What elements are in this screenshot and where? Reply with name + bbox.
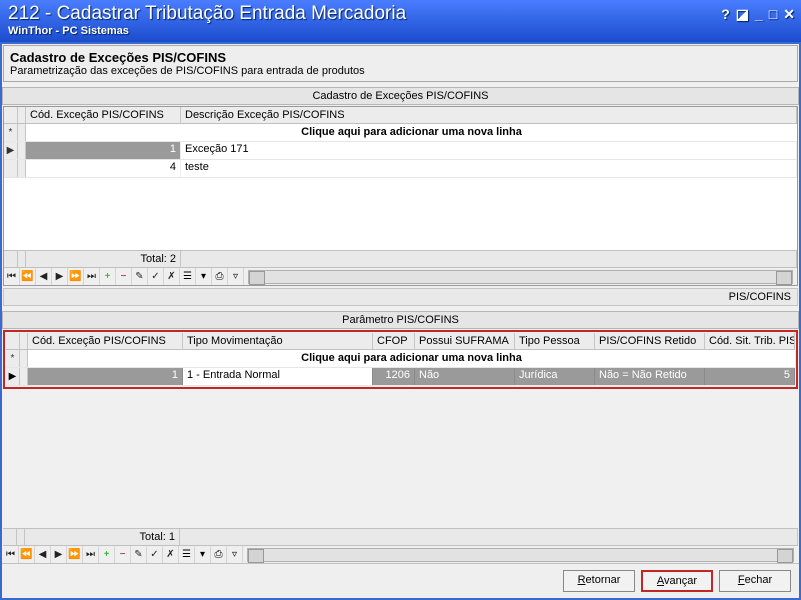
new-row-placeholder[interactable]: * Clique aqui para adicionar uma nova li… [4, 124, 797, 142]
prev-icon[interactable]: ◀ [35, 546, 51, 563]
table-row[interactable]: ▶ 1 Exceção 171 [4, 142, 797, 160]
first-icon[interactable]: ⏮ [4, 268, 20, 285]
close-button[interactable]: Fechar [719, 570, 791, 592]
params-highlight: Cód. Exceção PIS/COFINS Tipo Movimentaçã… [3, 330, 798, 389]
config-icon[interactable]: ◪ [736, 6, 749, 23]
dropdown-icon[interactable]: ▾ [195, 546, 211, 563]
params-grid-header: Cód. Exceção PIS/COFINS Tipo Movimentaçã… [6, 333, 795, 350]
prevpage-icon[interactable]: ⏪ [19, 546, 35, 563]
col-cst[interactable]: Cód. Sit. Trib. PIS/CO [705, 333, 795, 349]
exceptions-nav-bar: ⏮ ⏪ ◀ ▶ ⏩ ⏭ + − ✎ ✓ ✗ ☰ ▾ ⎙ ▿ [4, 267, 797, 285]
table-row[interactable]: 4 teste [4, 160, 797, 178]
exceptions-grid: Cód. Exceção PIS/COFINS Descrição Exceçã… [3, 106, 798, 286]
delete-icon[interactable]: − [116, 268, 132, 285]
params-nav-bar: ⏮ ⏪ ◀ ▶ ⏩ ⏭ + − ✎ ✓ ✗ ☰ ▾ ⎙ ▿ [3, 545, 798, 563]
funnel-icon[interactable]: ▿ [227, 546, 243, 563]
last-icon[interactable]: ⏭ [83, 546, 99, 563]
funnel-icon[interactable]: ▿ [228, 268, 244, 285]
h-scrollbar[interactable] [248, 270, 793, 284]
prevpage-icon[interactable]: ⏪ [20, 268, 36, 285]
exceptions-grid-footer: Total: 2 [4, 250, 797, 267]
col-code2[interactable]: Cód. Exceção PIS/COFINS [28, 333, 183, 349]
table-row[interactable]: ▶ 1 1 - Entrada Normal 1206 Não Jurídica… [6, 368, 795, 386]
window-controls: ? ◪ _ □ ✕ [721, 6, 795, 23]
check-icon[interactable]: ✓ [148, 268, 164, 285]
params-grid-footer: Total: 1 [3, 528, 798, 545]
col-tipo-pessoa[interactable]: Tipo Pessoa [515, 333, 595, 349]
next-icon[interactable]: ▶ [51, 546, 67, 563]
add-icon[interactable]: + [99, 546, 115, 563]
registration-panel: Cadastro de Exceções PIS/COFINS Parametr… [3, 45, 798, 82]
window-title: 212 - Cadastrar Tributação Entrada Merca… [8, 3, 793, 25]
filter-icon[interactable]: ☰ [180, 268, 196, 285]
delete-icon[interactable]: − [115, 546, 131, 563]
nextpage-icon[interactable]: ⏩ [68, 268, 84, 285]
dropdown-icon[interactable]: ▾ [196, 268, 212, 285]
col-suframa[interactable]: Possui SUFRAMA [415, 333, 515, 349]
h-scrollbar[interactable] [247, 548, 794, 562]
add-icon[interactable]: + [100, 268, 116, 285]
edit-icon[interactable]: ✎ [131, 546, 147, 563]
piscofins-label: PIS/COFINS [729, 291, 791, 303]
help-icon[interactable]: ? [721, 6, 730, 23]
prev-icon[interactable]: ◀ [36, 268, 52, 285]
col-code[interactable]: Cód. Exceção PIS/COFINS [26, 107, 181, 123]
col-retido[interactable]: PIS/COFINS Retido [595, 333, 705, 349]
check-icon[interactable]: ✓ [147, 546, 163, 563]
filter-icon[interactable]: ☰ [179, 546, 195, 563]
client-area: Cadastro de Exceções PIS/COFINS Parametr… [0, 42, 801, 600]
close-icon[interactable]: ✕ [783, 6, 795, 23]
params-grid: Cód. Exceção PIS/COFINS Tipo Movimentaçã… [6, 333, 795, 386]
print-icon[interactable]: ⎙ [212, 268, 228, 285]
col-tipo-mov[interactable]: Tipo Movimentação [183, 333, 373, 349]
exceptions-section-label: Cadastro de Exceções PIS/COFINS [2, 87, 799, 105]
last-icon[interactable]: ⏭ [84, 268, 100, 285]
first-icon[interactable]: ⏮ [3, 546, 19, 563]
col-desc[interactable]: Descrição Exceção PIS/COFINS [181, 107, 797, 123]
window-subtitle: WinThor - PC Sistemas [8, 25, 793, 37]
next-button[interactable]: Avançar [641, 570, 713, 592]
minimize-icon[interactable]: _ [755, 6, 763, 23]
new-row-placeholder[interactable]: * Clique aqui para adicionar uma nova li… [6, 350, 795, 368]
action-buttons: Retornar Avançar Fechar [2, 563, 799, 598]
exceptions-grid-header: Cód. Exceção PIS/COFINS Descrição Exceçã… [4, 107, 797, 124]
cancel-icon[interactable]: ✗ [164, 268, 180, 285]
print-icon[interactable]: ⎙ [211, 546, 227, 563]
registration-subheading: Parametrização das exceções de PIS/COFIN… [10, 65, 791, 77]
cancel-icon[interactable]: ✗ [163, 546, 179, 563]
maximize-icon[interactable]: □ [769, 6, 777, 23]
next-icon[interactable]: ▶ [52, 268, 68, 285]
back-button[interactable]: Retornar [563, 570, 635, 592]
registration-heading: Cadastro de Exceções PIS/COFINS [10, 50, 791, 65]
params-section-label: Parâmetro PIS/COFINS [2, 311, 799, 329]
edit-icon[interactable]: ✎ [132, 268, 148, 285]
exceptions-grid-body: * Clique aqui para adicionar uma nova li… [4, 124, 797, 178]
window-titlebar: 212 - Cadastrar Tributação Entrada Merca… [0, 0, 801, 42]
col-cfop[interactable]: CFOP [373, 333, 415, 349]
nextpage-icon[interactable]: ⏩ [67, 546, 83, 563]
